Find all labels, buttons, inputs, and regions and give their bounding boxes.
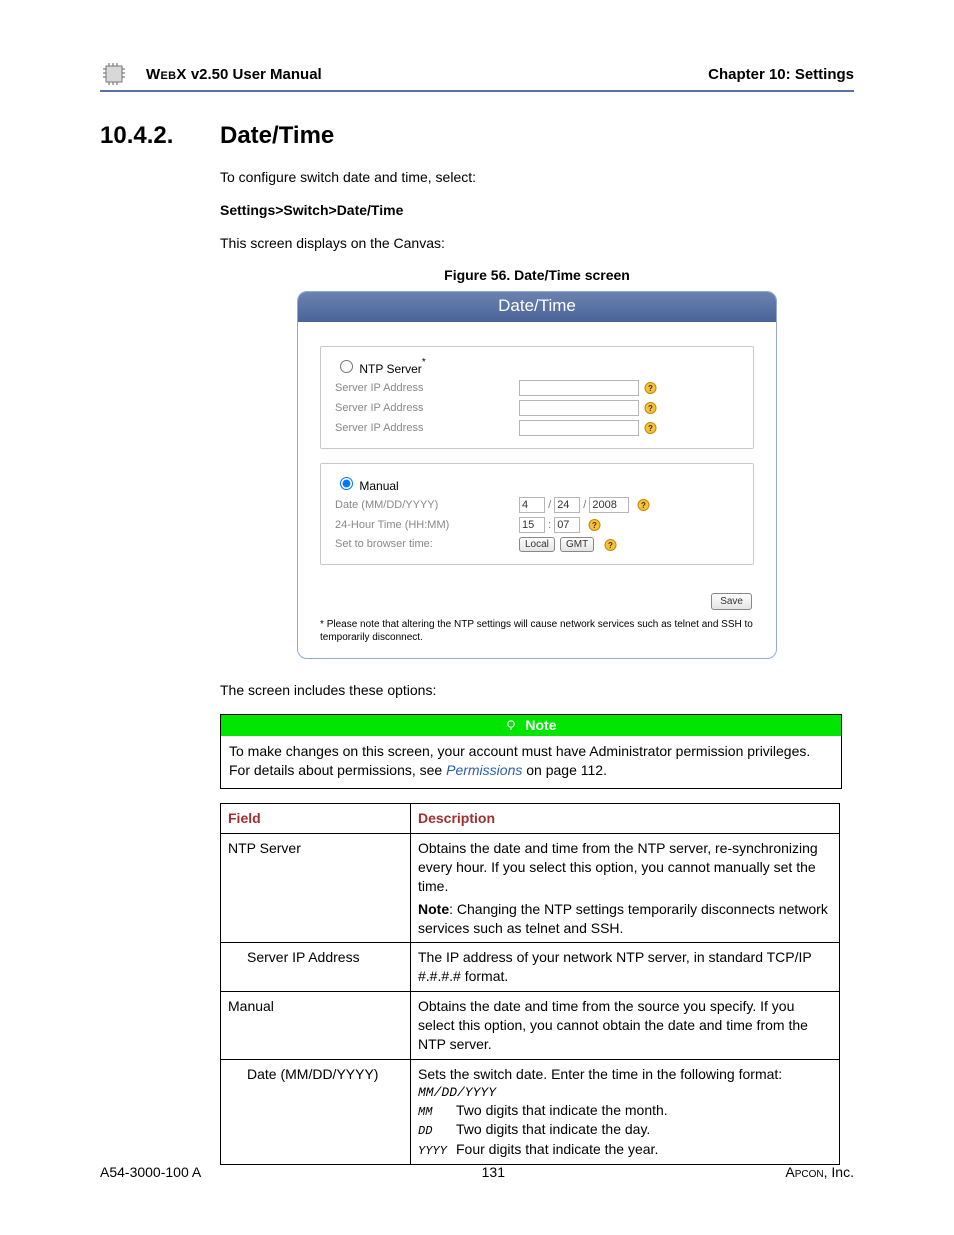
footer-right: Apcon, Inc.	[785, 1164, 854, 1180]
slash: /	[583, 499, 586, 511]
intro-line2: This screen displays on the Canvas:	[220, 234, 854, 253]
ntp-radio[interactable]	[340, 360, 353, 373]
ntp-ip-label-2: Server IP Address	[333, 398, 517, 418]
svg-text:?: ?	[648, 424, 653, 433]
field-cell: Date (MM/DD/YYYY)	[221, 1059, 411, 1164]
intro-line1: To configure switch date and time, selec…	[220, 168, 854, 187]
desc-cell: Obtains the date and time from the sourc…	[411, 992, 840, 1060]
fmt-code: MM	[418, 1104, 456, 1120]
ntp-ip-input-1[interactable]	[519, 380, 639, 396]
date-dd-input[interactable]	[554, 497, 580, 513]
date-label: Date (MM/DD/YYYY)	[333, 495, 517, 515]
ntp-ip-input-2[interactable]	[519, 400, 639, 416]
company-suffix: , Inc.	[824, 1164, 854, 1180]
lightbulb-icon	[505, 718, 517, 734]
local-button[interactable]: Local	[519, 537, 555, 552]
svg-text:?: ?	[648, 384, 653, 393]
fmt-code: DD	[418, 1123, 456, 1139]
desc-cell: The IP address of your network NTP serve…	[411, 943, 840, 992]
footer-page-number: 131	[482, 1164, 505, 1180]
note-body: To make changes on this screen, your acc…	[221, 736, 841, 788]
field-cell: Manual	[221, 992, 411, 1060]
time-label: 24-Hour Time (HH:MM)	[333, 515, 517, 535]
product-name: WebX	[146, 66, 187, 83]
browser-time-label: Set to browser time:	[333, 535, 517, 554]
table-header-row: Field Description	[221, 804, 840, 834]
time-hh-input[interactable]	[519, 517, 545, 533]
page-header: WebX v2.50 User Manual Chapter 10: Setti…	[100, 60, 854, 92]
slash: /	[548, 499, 551, 511]
desc-text: Sets the switch date. Enter the time in …	[418, 1065, 832, 1084]
ntp-fieldset: NTP Server* Server IP Address ? Server I…	[320, 346, 754, 449]
note-rest: : Changing the NTP settings temporarily …	[418, 901, 828, 936]
panel-title: Date/Time	[298, 292, 776, 322]
table-row: Date (MM/DD/YYYY) Sets the switch date. …	[221, 1059, 840, 1164]
section-heading: 10.4.2. Date/Time	[100, 122, 854, 150]
datetime-panel: Date/Time NTP Server* Server IP Address	[297, 291, 777, 659]
ntp-radio-label: NTP Server	[359, 362, 421, 376]
svg-text:?: ?	[608, 541, 613, 550]
after-figure-text: The screen includes these options:	[220, 681, 854, 700]
gmt-button[interactable]: GMT	[560, 537, 594, 552]
note-title: Note	[525, 717, 556, 733]
manual-radio[interactable]	[340, 477, 353, 490]
field-cell: Server IP Address	[221, 943, 411, 992]
footer-left: A54-3000-100 A	[100, 1164, 201, 1180]
note-body-post: on page 112.	[522, 762, 607, 778]
svg-text:?: ?	[641, 501, 646, 510]
note-header: Note	[221, 715, 841, 736]
desc-cell: Sets the switch date. Enter the time in …	[411, 1059, 840, 1164]
chip-icon	[100, 60, 128, 88]
svg-text:?: ?	[592, 521, 597, 530]
footnote-asterisk: *	[320, 619, 324, 630]
fmt-code: YYYY	[418, 1143, 456, 1159]
section-title: Date/Time	[220, 122, 334, 150]
note-box: Note To make changes on this screen, you…	[220, 714, 842, 789]
ntp-ip-input-3[interactable]	[519, 420, 639, 436]
fields-table: Field Description NTP Server Obtains the…	[220, 803, 840, 1165]
ntp-asterisk: *	[422, 357, 426, 368]
colon: :	[548, 519, 551, 531]
note-bold: Note	[418, 901, 449, 917]
version-label: v2.50 User Manual	[191, 66, 322, 83]
table-row: Server IP Address The IP address of your…	[221, 943, 840, 992]
save-button[interactable]: Save	[711, 593, 752, 610]
table-row: Manual Obtains the date and time from th…	[221, 992, 840, 1060]
th-desc: Description	[411, 804, 840, 834]
permissions-link[interactable]: Permissions	[446, 762, 522, 778]
panel-footnote: * Please note that altering the NTP sett…	[298, 618, 776, 658]
date-yyyy-input[interactable]	[589, 497, 629, 513]
header-left: WebX v2.50 User Manual	[146, 66, 708, 83]
fmt-text: Two digits that indicate the day.	[456, 1121, 650, 1137]
desc-text: Obtains the date and time from the NTP s…	[418, 839, 832, 896]
company-name: Apcon	[785, 1164, 823, 1180]
help-icon[interactable]: ?	[587, 517, 602, 532]
help-icon[interactable]: ?	[603, 537, 618, 552]
figure-caption: Figure 56. Date/Time screen	[220, 267, 854, 283]
table-row: NTP Server Obtains the date and time fro…	[221, 833, 840, 942]
fmt-text: Four digits that indicate the year.	[456, 1141, 658, 1157]
fmt-text: Two digits that indicate the month.	[456, 1102, 668, 1118]
ntp-ip-label-1: Server IP Address	[333, 378, 517, 398]
section-number: 10.4.2.	[100, 122, 220, 150]
help-icon[interactable]: ?	[643, 400, 658, 415]
manual-radio-label: Manual	[359, 479, 398, 493]
help-icon[interactable]: ?	[643, 420, 658, 435]
settings-path: Settings>Switch>Date/Time	[220, 201, 854, 220]
th-field: Field	[221, 804, 411, 834]
header-chapter: Chapter 10: Settings	[708, 66, 854, 83]
desc-cell: Obtains the date and time from the NTP s…	[411, 833, 840, 942]
ntp-ip-label-3: Server IP Address	[333, 418, 517, 438]
date-mm-input[interactable]	[519, 497, 545, 513]
footnote-text: Please note that altering the NTP settin…	[320, 619, 753, 643]
help-icon[interactable]: ?	[636, 497, 651, 512]
field-cell: NTP Server	[221, 833, 411, 942]
fmt-line: MM/DD/YYYY	[418, 1084, 832, 1102]
time-mm-input[interactable]	[554, 517, 580, 533]
page-footer: A54-3000-100 A 131 Apcon, Inc.	[100, 1164, 854, 1180]
svg-text:?: ?	[648, 404, 653, 413]
manual-fieldset: Manual Date (MM/DD/YYYY) / / ?	[320, 463, 754, 565]
help-icon[interactable]: ?	[643, 380, 658, 395]
